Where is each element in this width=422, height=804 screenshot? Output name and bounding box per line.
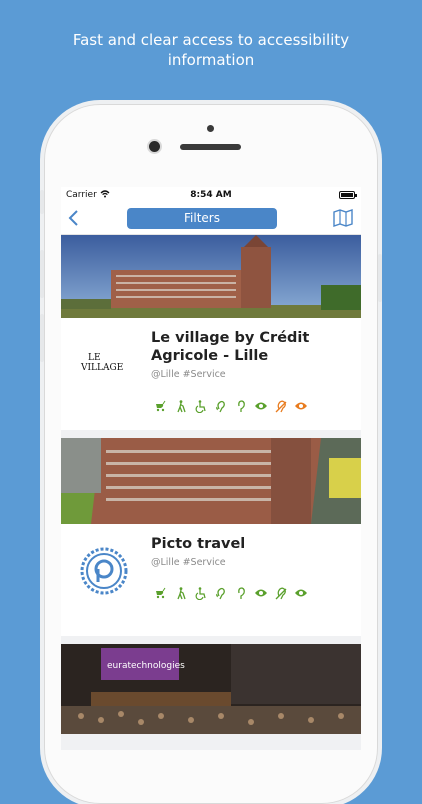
- walking-icon: [173, 586, 189, 600]
- battery-icon: [339, 191, 357, 199]
- place-logo: LE VILLAGE: [79, 340, 131, 390]
- wheelchair-icon: [193, 399, 209, 413]
- wheelchair-icon: [193, 586, 209, 600]
- eye-icon: [253, 399, 269, 413]
- app-screen: Carrier 8:54 AM Filters LE VILLAGE Le vi…: [61, 187, 361, 750]
- clock: 8:54 AM: [190, 190, 232, 200]
- place-title: Picto travel: [151, 535, 351, 553]
- village-logo-icon: LE VILLAGE: [80, 353, 123, 373]
- front-camera: [149, 141, 160, 152]
- place-title: Le village by Crédit Agricole - Lille: [151, 329, 351, 365]
- place-photo: euratechnologies: [61, 644, 361, 734]
- mute-switch: [40, 190, 44, 214]
- filters-button[interactable]: Filters: [127, 208, 277, 229]
- back-chevron-icon[interactable]: [67, 209, 81, 227]
- conference-banner-text: euratechnologies: [107, 661, 185, 671]
- place-card[interactable]: euratechnologies: [61, 644, 361, 734]
- tagline-line-1: Fast and clear access to accessibility: [72, 31, 350, 49]
- nav-bar: Filters: [61, 203, 361, 235]
- place-tags: @Lille #Service: [151, 557, 226, 568]
- eye-icon: [293, 586, 309, 600]
- place-card-body: LE VILLAGE Le village by Crédit Agricole…: [61, 318, 361, 430]
- proximity-sensor: [207, 125, 214, 132]
- hearing-impaired-icon: [273, 399, 289, 413]
- place-tags: @Lille #Service: [151, 369, 226, 380]
- hearing-impaired-icon: [273, 586, 289, 600]
- tagline: Fast and clear access to accessibility i…: [0, 30, 422, 70]
- hearing-aid-icon: [233, 586, 249, 600]
- place-card[interactable]: LE VILLAGE Le village by Crédit Agricole…: [61, 235, 361, 430]
- place-title-line-1: Le village by Crédit: [151, 330, 310, 346]
- place-card[interactable]: Picto travel @Lille #Service: [61, 438, 361, 636]
- walking-icon: [173, 399, 189, 413]
- picto-travel-logo-icon: [80, 547, 128, 595]
- place-title-line-2: Agricole - Lille: [151, 348, 269, 364]
- eye-icon: [253, 586, 269, 600]
- accessibility-icons: [153, 399, 309, 413]
- hearing-aid-icon: [233, 399, 249, 413]
- place-photo: [61, 438, 361, 524]
- ear-icon: [213, 399, 229, 413]
- tagline-line-2: information: [167, 51, 255, 69]
- logo-text: VILLAGE: [80, 363, 123, 373]
- power-button: [378, 254, 382, 302]
- logo-prefix: LE: [88, 353, 101, 363]
- earpiece-speaker: [180, 144, 241, 150]
- volume-up-button: [40, 250, 44, 298]
- stroller-icon: [153, 399, 169, 413]
- ear-icon: [213, 586, 229, 600]
- place-title-line-1: Picto travel: [151, 536, 246, 552]
- map-icon[interactable]: [333, 208, 353, 228]
- place-logo: [79, 546, 131, 596]
- stroller-icon: [153, 586, 169, 600]
- place-photo: [61, 235, 361, 318]
- eye-orange-icon: [293, 399, 309, 413]
- place-card-body: Picto travel @Lille #Service: [61, 524, 361, 636]
- status-bar: Carrier 8:54 AM: [61, 187, 361, 203]
- accessibility-icons: [153, 586, 309, 600]
- volume-down-button: [40, 314, 44, 362]
